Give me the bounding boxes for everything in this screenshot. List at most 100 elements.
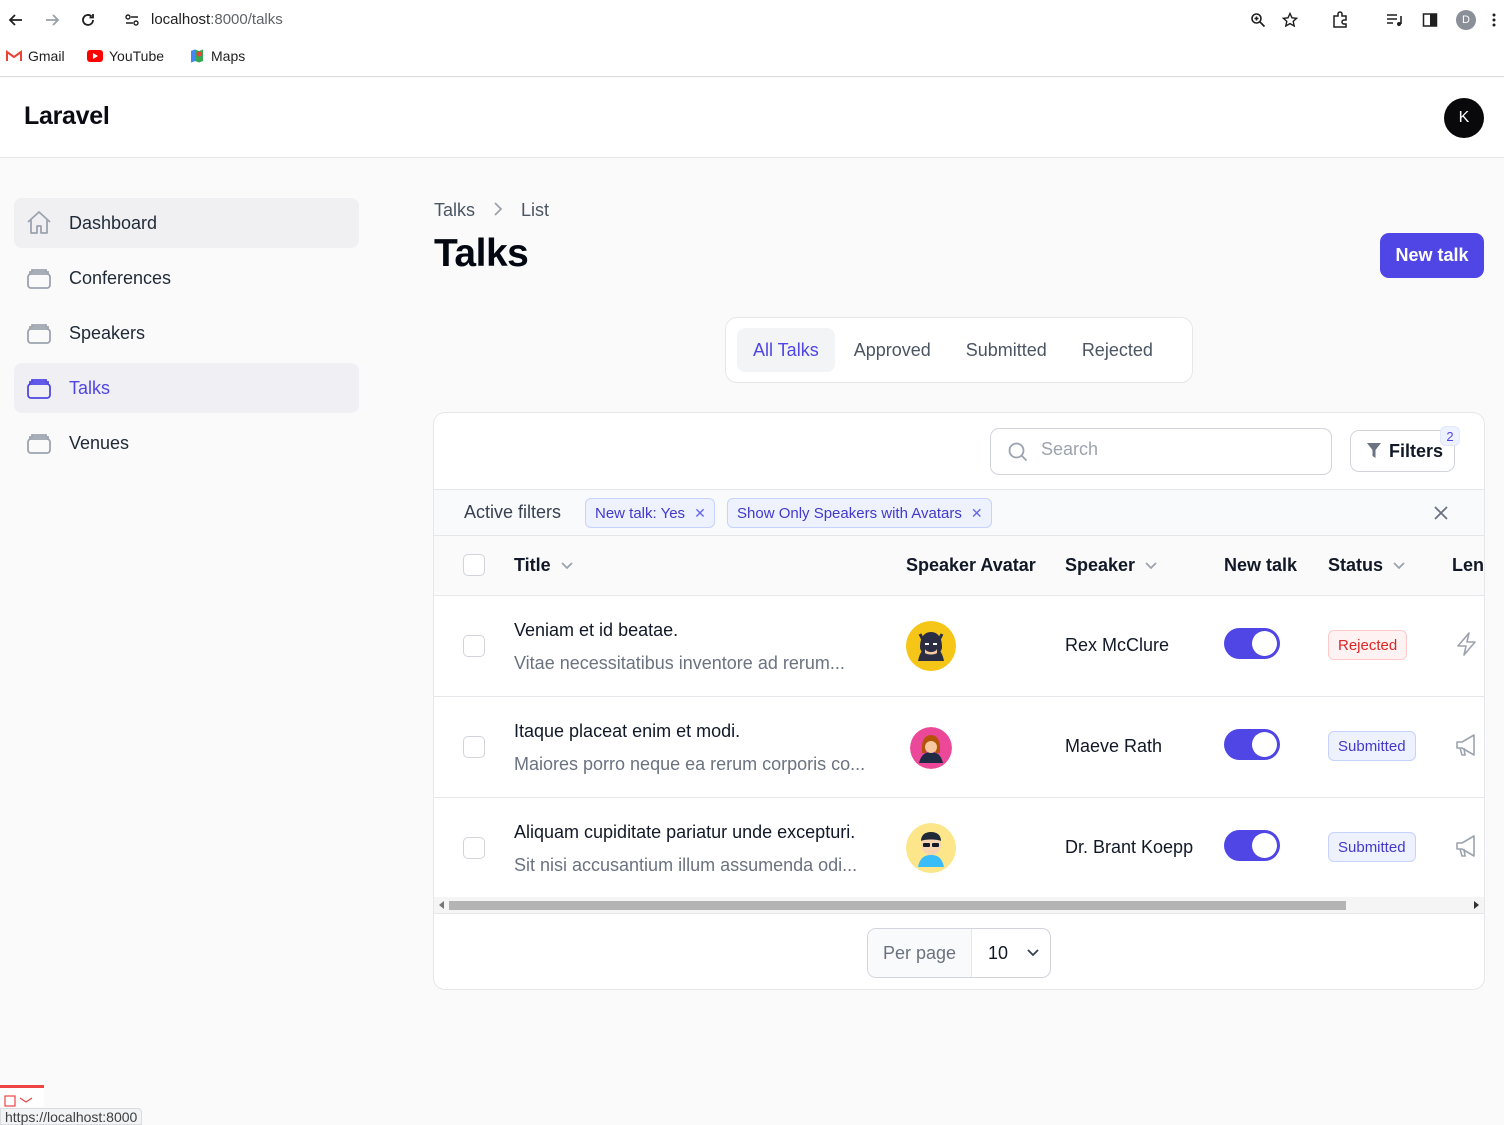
talk-description: Sit nisi accusantium illum assumenda odi…	[514, 855, 858, 875]
remove-filter-icon[interactable]: ✕	[694, 505, 706, 522]
bookmark-youtube[interactable]: YouTube	[87, 48, 164, 64]
url-path: :8000/talks	[210, 11, 283, 28]
row-checkbox[interactable]	[463, 736, 485, 758]
profile-avatar[interactable]: D	[1452, 6, 1480, 34]
debug-toolbar[interactable]	[0, 1085, 44, 1107]
bookmark-maps[interactable]: Maps	[189, 48, 245, 64]
link-status-bar: https://localhost:8000	[0, 1108, 143, 1125]
toggle-knob	[1252, 631, 1277, 656]
sidebar-item-dashboard[interactable]: Dashboard	[14, 198, 359, 248]
column-label: Len	[1452, 555, 1485, 575]
row-checkbox[interactable]	[463, 837, 485, 859]
browser-menu-icon[interactable]	[1480, 6, 1504, 34]
back-icon[interactable]	[2, 6, 30, 34]
site-settings-icon[interactable]	[124, 12, 140, 33]
column-label: New talk	[1224, 555, 1298, 575]
new-talk-toggle[interactable]	[1224, 830, 1280, 861]
chevron-down-icon	[1027, 949, 1039, 957]
search-icon	[1008, 442, 1028, 462]
extensions-icon[interactable]	[1326, 6, 1354, 34]
debug-icon	[4, 1095, 33, 1107]
browser-toolbar: localhost:8000/talks D	[0, 0, 1504, 40]
active-filters-bar: Active filters New talk: Yes ✕ Show Only…	[434, 489, 1484, 536]
talk-title: Veniam et id beatae.	[514, 620, 679, 640]
status-badge: Rejected	[1328, 630, 1408, 660]
clear-filters-icon[interactable]	[1432, 504, 1450, 527]
breadcrumb: Talks List	[434, 200, 549, 221]
scroll-left-arrow[interactable]	[439, 901, 444, 909]
status-badge: Submitted	[1328, 832, 1416, 862]
sidebar-item-talks[interactable]: Talks	[14, 363, 359, 413]
speaker-name: Rex McClure	[1065, 635, 1170, 655]
remove-filter-icon[interactable]: ✕	[971, 505, 983, 522]
table-row[interactable]: Veniam et id beatae. Vitae necessitatibu…	[434, 596, 1484, 697]
zoom-icon[interactable]	[1244, 6, 1272, 34]
status-tabs: All Talks Approved Submitted Rejected	[725, 317, 1193, 383]
scroll-right-arrow[interactable]	[1474, 901, 1479, 909]
sidebar-item-label: Venues	[69, 432, 130, 453]
talks-table-card: Filters 2 Active filters New talk: Yes ✕…	[433, 412, 1485, 990]
address-bar[interactable]: localhost:8000/talks	[112, 3, 1312, 37]
sidebar-item-speakers[interactable]: Speakers	[14, 308, 359, 358]
url-text: localhost:8000/talks	[151, 11, 283, 28]
home-icon	[27, 211, 51, 234]
breadcrumb-list: List	[521, 200, 550, 220]
sidebar-item-label: Conferences	[69, 267, 172, 288]
sidebar-item-venues[interactable]: Venues	[14, 418, 359, 468]
breadcrumb-talks[interactable]: Talks	[434, 200, 475, 221]
per-page-label: Per page	[868, 929, 972, 977]
sort-chevron-icon	[1145, 561, 1157, 569]
speaker-name: Dr. Brant Koepp	[1065, 837, 1194, 857]
bookmark-gmail[interactable]: Gmail	[6, 48, 65, 64]
tab-all-talks[interactable]: All Talks	[737, 328, 835, 372]
per-page-select[interactable]: Per page 10	[867, 928, 1051, 978]
new-talk-toggle[interactable]	[1224, 628, 1280, 659]
funnel-icon	[1367, 443, 1381, 458]
sidebar-item-label: Speakers	[69, 322, 146, 343]
reload-icon[interactable]	[74, 6, 102, 34]
sidebar-item-label: Talks	[69, 377, 111, 398]
lightning-icon	[1457, 632, 1476, 656]
table-row[interactable]: Aliquam cupiditate pariatur unde exceptu…	[434, 798, 1484, 899]
search-input[interactable]	[1041, 439, 1311, 460]
row-checkbox[interactable]	[463, 635, 485, 657]
horizontal-scrollbar[interactable]	[434, 897, 1484, 914]
filter-chip-label: Show Only Speakers with Avatars	[737, 504, 962, 522]
forward-icon[interactable]	[38, 6, 66, 34]
search-box	[990, 428, 1332, 475]
url-host: localhost	[151, 11, 211, 28]
filters-count-badge: 2	[1440, 426, 1460, 446]
scrollbar-thumb[interactable]	[449, 901, 1346, 910]
tab-approved[interactable]: Approved	[838, 328, 947, 372]
tab-submitted[interactable]: Submitted	[950, 328, 1063, 372]
active-filters-label: Active filters	[464, 502, 562, 522]
bookmarks-bar: Gmail YouTube Maps	[0, 40, 1504, 77]
sort-chevron-icon	[1393, 561, 1405, 569]
talk-title: Itaque placeat enim et modi.	[514, 721, 741, 741]
app-header: Laravel K	[0, 78, 1504, 158]
chevron-right-icon	[493, 200, 503, 221]
select-all-checkbox[interactable]	[463, 554, 485, 576]
gmail-icon	[6, 50, 22, 61]
sidebar-item-conferences[interactable]: Conferences	[14, 253, 359, 303]
bookmark-star-icon[interactable]	[1276, 6, 1304, 34]
column-label: Speaker Avatar	[906, 555, 1036, 575]
column-length: Len	[1452, 555, 1484, 576]
user-avatar[interactable]: K	[1444, 98, 1484, 138]
table-row[interactable]: Itaque placeat enim et modi. Maiores por…	[434, 697, 1484, 798]
youtube-icon	[87, 50, 103, 62]
collection-icon	[27, 379, 51, 399]
filters-label: Filters	[1389, 440, 1444, 461]
talk-title: Aliquam cupiditate pariatur unde exceptu…	[514, 822, 856, 842]
brand-logo[interactable]: Laravel	[24, 102, 110, 131]
column-status[interactable]: Status	[1328, 555, 1406, 576]
media-icon[interactable]	[1380, 6, 1408, 34]
tab-rejected[interactable]: Rejected	[1066, 328, 1169, 372]
side-panel-icon[interactable]	[1416, 6, 1444, 34]
new-talk-button[interactable]: New talk	[1380, 233, 1484, 278]
column-speaker[interactable]: Speaker	[1065, 555, 1158, 576]
sort-chevron-icon	[561, 561, 573, 569]
new-talk-toggle[interactable]	[1224, 729, 1280, 760]
collection-icon	[27, 269, 51, 289]
column-title[interactable]: Title	[514, 555, 574, 576]
